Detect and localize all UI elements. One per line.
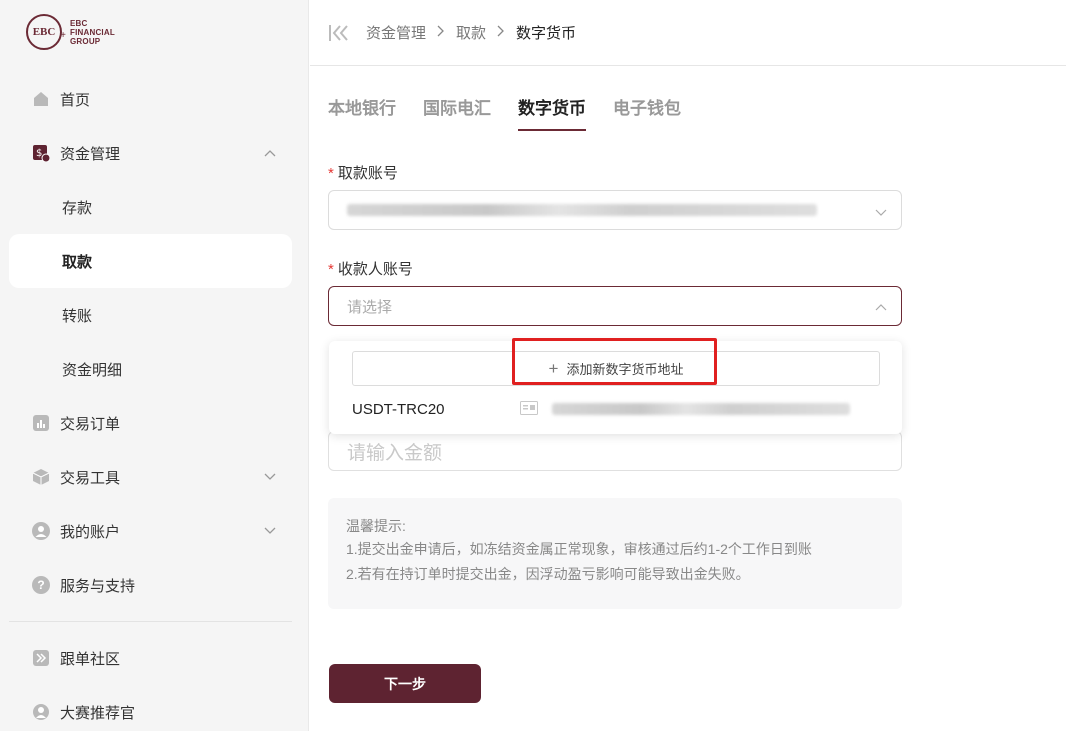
header: 资金管理 取款 数字货币 (310, 0, 1066, 66)
chevron-right-icon (437, 24, 445, 41)
sidebar-item-home[interactable]: 首页 (0, 72, 309, 126)
home-icon (32, 90, 50, 108)
tips-box: 温馨提示: 1.提交出金申请后，如冻结资金属正常现象，审核通过后约1-2个工作日… (328, 498, 902, 609)
plus-icon: + (548, 358, 559, 378)
sidebar-item-tools[interactable]: 交易工具 (0, 450, 309, 504)
tab-e-wallet[interactable]: 电子钱包 (613, 94, 681, 131)
chevron-down-icon (264, 523, 276, 534)
follow-icon (32, 649, 50, 667)
next-button[interactable]: 下一步 (329, 664, 481, 703)
sidebar-subitem-deposit[interactable]: 存款 (0, 180, 309, 234)
contest-user-icon (32, 703, 50, 721)
add-crypto-address-button[interactable]: + 添加新数字货币地址 (352, 351, 880, 386)
breadcrumb-item-withdraw[interactable]: 取款 (456, 22, 486, 43)
collapse-sidebar-icon[interactable] (328, 24, 350, 42)
sidebar-item-funds[interactable]: $ 资金管理 (0, 126, 309, 180)
redacted-address-text (552, 403, 850, 415)
address-card-icon (520, 401, 538, 415)
logo-text: EBC FINANCIAL GROUP (70, 18, 115, 46)
payee-label: * 收款人账号 (328, 261, 413, 278)
withdraw-method-tabs: 本地银行 国际电汇 数字货币 电子钱包 (328, 94, 708, 131)
sidebar-item-label: 首页 (60, 91, 91, 109)
chevron-up-icon (264, 145, 276, 157)
sidebar-subitem-label: 资金明细 (62, 361, 123, 379)
sidebar-item-label: 交易工具 (60, 469, 121, 487)
logo-mark: EBC + (26, 14, 66, 50)
tab-local-bank[interactable]: 本地银行 (328, 94, 396, 131)
breadcrumb: 资金管理 取款 数字货币 (366, 22, 576, 43)
sidebar-item-label: 资金管理 (60, 145, 121, 163)
required-mark: * (328, 165, 334, 182)
svg-text:$: $ (36, 148, 42, 159)
sidebar-item-account[interactable]: 我的账户 (0, 504, 309, 558)
chevron-down-icon (264, 469, 276, 480)
sidebar-subitem-label: 转账 (62, 307, 93, 325)
payee-account-select[interactable]: 请选择 (328, 286, 902, 326)
withdraw-account-select[interactable] (328, 190, 902, 230)
sidebar: EBC + EBC FINANCIAL GROUP 首页 $ 资金管理 存款 取款… (0, 0, 309, 731)
breadcrumb-item-funds[interactable]: 资金管理 (366, 22, 426, 43)
sidebar-item-support[interactable]: ? 服务与支持 (0, 558, 309, 612)
redacted-account-text (347, 204, 817, 216)
user-icon (32, 522, 50, 540)
chevron-up-icon (875, 301, 887, 313)
sidebar-subitem-fund-details[interactable]: 资金明细 (0, 342, 309, 396)
funds-icon: $ (32, 144, 50, 162)
sidebar-item-label: 跟单社区 (60, 650, 121, 668)
sidebar-item-label: 我的账户 (60, 523, 121, 541)
sidebar-item-label: 大赛推荐官 (60, 704, 136, 722)
sidebar-subitem-label: 取款 (62, 253, 93, 271)
sidebar-item-contest-referrer[interactable]: 大赛推荐官 (0, 685, 309, 731)
sidebar-item-label: 服务与支持 (60, 577, 136, 595)
tab-crypto[interactable]: 数字货币 (518, 94, 586, 131)
help-icon: ? (32, 576, 50, 594)
payee-placeholder: 请选择 (347, 298, 393, 316)
breadcrumb-item-current: 数字货币 (516, 25, 577, 42)
logo[interactable]: EBC + EBC FINANCIAL GROUP (26, 14, 115, 50)
sidebar-item-orders[interactable]: 交易订单 (0, 396, 309, 450)
tab-wire-transfer[interactable]: 国际电汇 (423, 94, 491, 131)
sidebar-item-copy-trading[interactable]: 跟单社区 (0, 631, 309, 685)
sidebar-subitem-transfer[interactable]: 转账 (0, 288, 309, 342)
tips-line: 2.若有在持订单时提交出金，因浮动盈亏影响可能导致出金失败。 (346, 566, 750, 582)
payee-dropdown: + 添加新数字货币地址 USDT-TRC20 (329, 341, 902, 434)
bar-chart-icon (32, 414, 50, 432)
tips-title: 温馨提示: (346, 518, 406, 534)
sidebar-divider (9, 621, 292, 622)
payee-option[interactable]: USDT-TRC20 (352, 399, 880, 419)
account-label: * 取款账号 (328, 165, 398, 182)
chevron-down-icon (875, 205, 887, 217)
add-address-label: 添加新数字货币地址 (566, 362, 684, 377)
sidebar-subitem-withdraw[interactable]: 取款 (9, 234, 292, 288)
option-name: USDT-TRC20 (352, 400, 445, 418)
sidebar-item-label: 交易订单 (60, 415, 121, 433)
amount-input[interactable]: 请输入金额 (328, 431, 902, 471)
amount-placeholder: 请输入金额 (347, 442, 443, 464)
cube-icon (32, 468, 50, 486)
chevron-right-icon (497, 24, 505, 41)
tips-line: 1.提交出金申请后，如冻结资金属正常现象，审核通过后约1-2个工作日到账 (346, 541, 812, 557)
required-mark: * (328, 261, 334, 278)
sidebar-subitem-label: 存款 (62, 199, 93, 217)
